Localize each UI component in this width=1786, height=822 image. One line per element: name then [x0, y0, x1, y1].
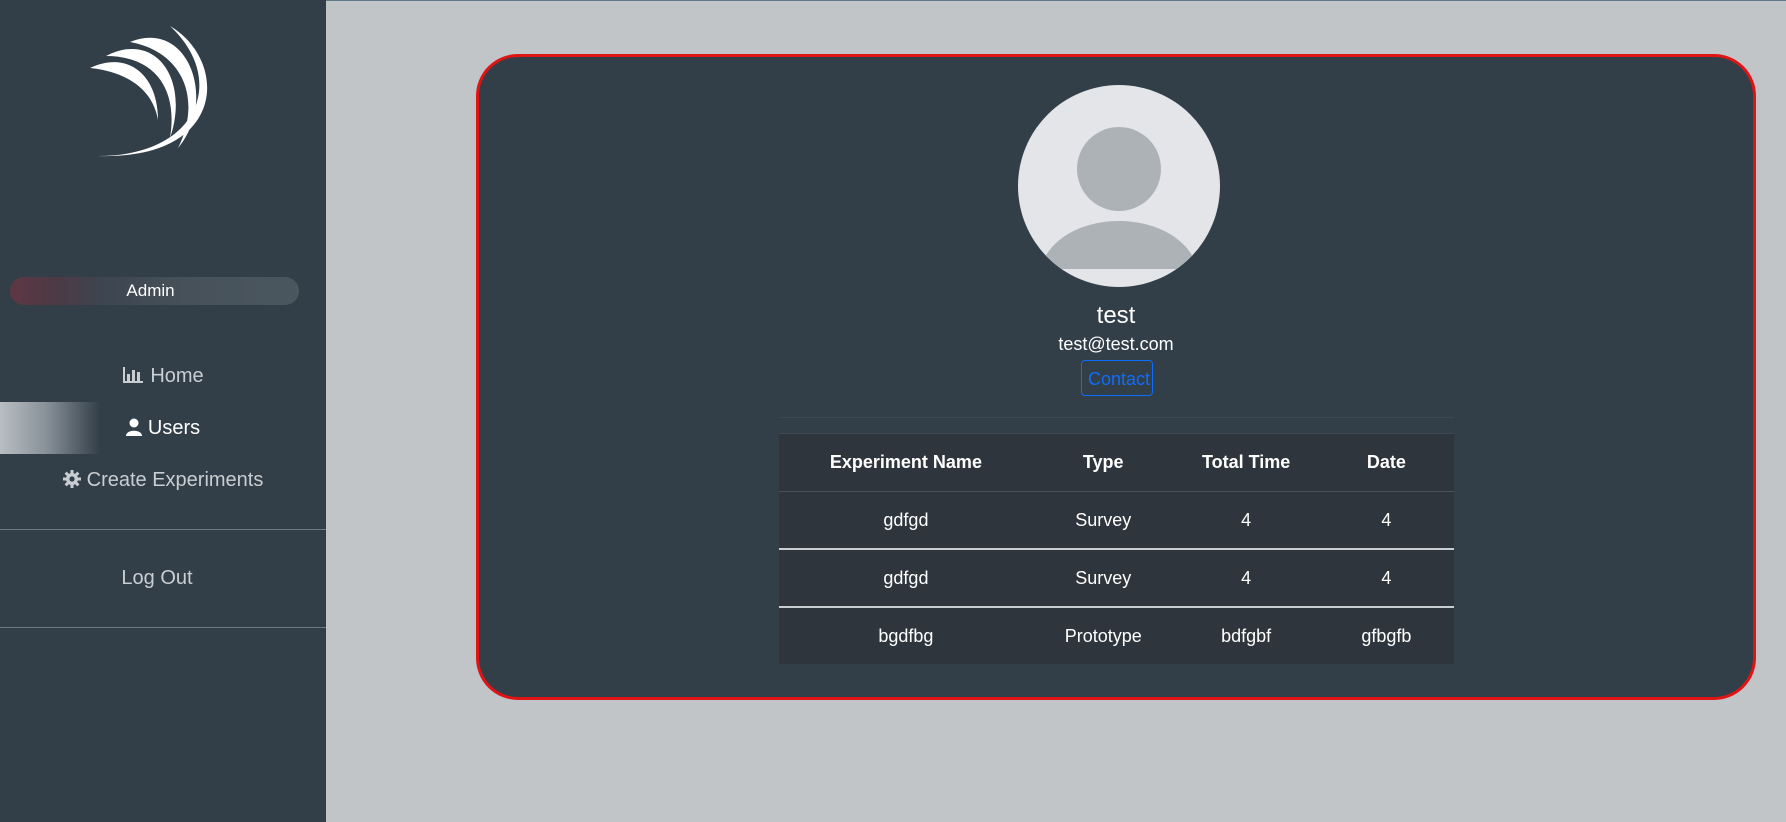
nav-label-create-experiments: Create Experiments	[86, 469, 264, 491]
table-cell: 4	[1318, 548, 1454, 607]
nav-item-users[interactable]: Users	[0, 402, 326, 454]
avatar	[1018, 85, 1220, 287]
role-label: Admin	[126, 281, 175, 300]
nav-item-create-experiments[interactable]: Create Experiments	[0, 454, 326, 506]
logout-link[interactable]: Log Out	[0, 558, 314, 598]
table-row: gdfgd Survey 4 4	[779, 492, 1454, 550]
experiments-table: Experiment Name Type Total Time Date gdf…	[779, 433, 1454, 664]
user-email: test@test.com	[1058, 334, 1174, 354]
nav-item-home[interactable]: Home	[0, 350, 326, 402]
profile-card: test test@test.com Contact Experiment Na…	[476, 54, 1756, 700]
table-cell: bdfgbf	[1173, 606, 1319, 664]
table-cell: gdfgd	[779, 548, 1033, 607]
column-header: Total Time	[1173, 433, 1319, 492]
column-header: Experiment Name	[779, 433, 1033, 492]
user-avatar-icon	[1040, 127, 1198, 269]
contact-button[interactable]: Contact	[1081, 360, 1153, 396]
table-cell: 4	[1381, 509, 1392, 530]
table-cell: Survey	[1075, 509, 1132, 530]
column-header: Type	[1032, 433, 1174, 492]
table-cell: Survey	[1032, 548, 1174, 607]
gear-icon	[62, 470, 81, 488]
user-icon	[125, 418, 142, 436]
bar-chart-icon	[123, 367, 144, 383]
user-name: test	[1096, 302, 1136, 329]
sidebar: Admin Home Users Create Experiments Log …	[0, 0, 326, 822]
experiments-table-container: Experiment Name Type Total Time Date gdf…	[779, 417, 1454, 664]
column-header: Date	[1318, 433, 1454, 492]
table-cell: bgdfbg	[779, 606, 1033, 664]
role-badge: Admin	[10, 277, 299, 305]
nav-label-users: Users	[147, 417, 201, 439]
sidebar-divider	[0, 529, 326, 530]
active-indicator	[0, 402, 100, 454]
table-row: bgdfbg Prototype bdfgbf gfbgfb	[779, 606, 1454, 664]
table-cell: 4	[1173, 548, 1319, 607]
table-cell: 4	[1241, 509, 1252, 530]
table-cell: Prototype	[1032, 606, 1174, 664]
table-cell: gdfgd	[883, 509, 929, 530]
table-cell: gfbgfb	[1318, 606, 1454, 664]
table-separator	[779, 417, 1454, 418]
logo	[90, 26, 208, 157]
sidebar-divider	[0, 627, 326, 628]
table-row: gdfgd Survey 4 4	[779, 548, 1454, 607]
table-header-row: Experiment Name Type Total Time Date	[779, 433, 1454, 492]
nav-label-home: Home	[150, 365, 204, 387]
